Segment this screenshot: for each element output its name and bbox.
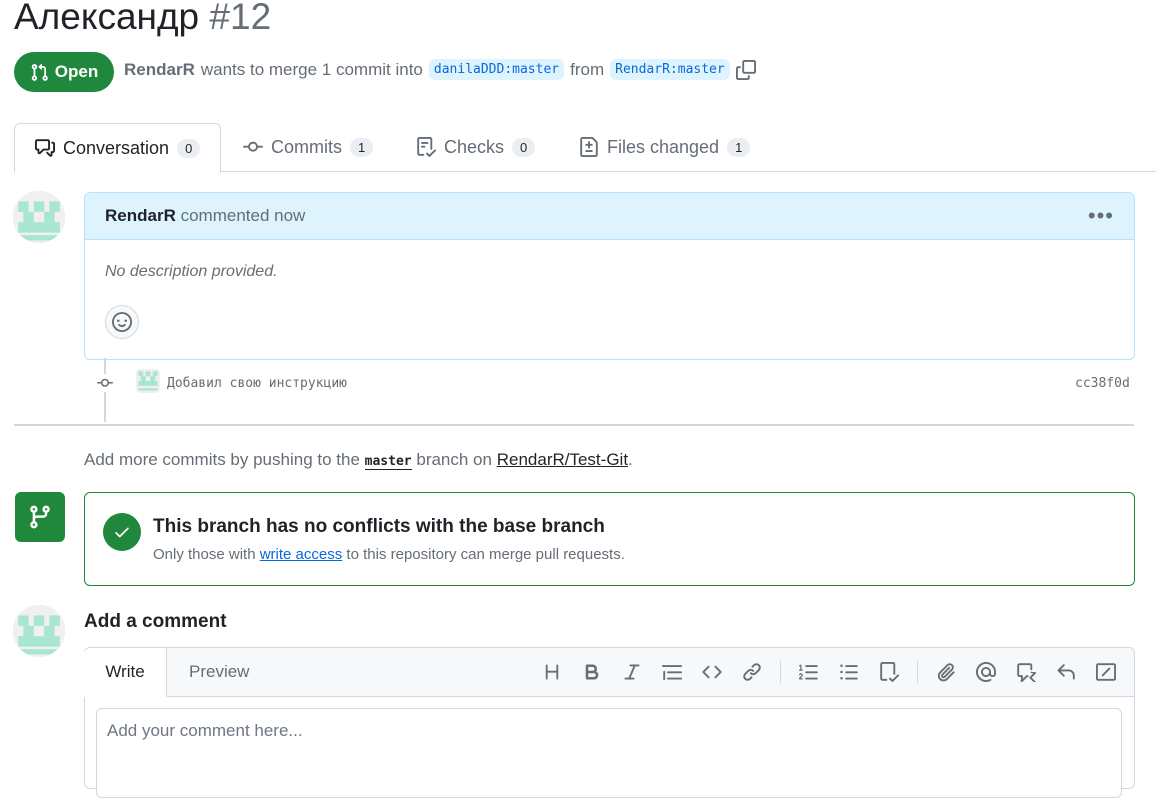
- push-hint: Add more commits by pushing to the maste…: [84, 450, 633, 470]
- add-comment-heading: Add a comment: [84, 611, 227, 632]
- pr-tabs: Conversation 0 Commits 1 Checks 0 Files …: [0, 123, 1156, 173]
- pr-state-badge: Open: [14, 52, 114, 92]
- commit-sha-link[interactable]: cc38f0d: [1075, 376, 1130, 391]
- tab-checks[interactable]: Checks 0: [416, 123, 536, 171]
- mention-icon[interactable]: [966, 660, 1006, 684]
- comment-action: commented now: [180, 206, 306, 225]
- kebab-menu-icon[interactable]: •••: [1088, 205, 1114, 227]
- pr-meta: RendarR wants to merge 1 commit into dan…: [124, 59, 756, 80]
- head-branch-label[interactable]: RendarR:master: [610, 59, 730, 80]
- merge-status-box: [84, 492, 1135, 586]
- tab-checks-label: Checks: [444, 136, 505, 157]
- tab-write[interactable]: Write: [84, 648, 167, 697]
- tab-preview[interactable]: Preview: [189, 648, 249, 696]
- git-merge-icon: [15, 492, 65, 542]
- smiley-icon: [112, 312, 132, 332]
- avatar[interactable]: [13, 191, 65, 243]
- paperclip-icon[interactable]: [926, 660, 966, 684]
- identicon-avatar: [13, 191, 65, 243]
- comment-textarea[interactable]: Add your comment here...: [96, 708, 1122, 798]
- tab-commits-label: Commits: [271, 136, 342, 157]
- italic-icon[interactable]: [612, 660, 652, 684]
- git-commit-icon: [94, 374, 116, 392]
- commit-message-link[interactable]: Добавил свою инструкцию: [167, 376, 347, 391]
- pr-number: #12: [209, 0, 272, 37]
- write-access-link[interactable]: write access: [260, 546, 343, 563]
- identicon-avatar: [13, 605, 65, 657]
- markdown-toolbar: [532, 660, 1126, 684]
- task-list-icon[interactable]: [869, 660, 909, 684]
- bulleted-list-icon[interactable]: [829, 660, 869, 684]
- tab-commits-count: 1: [350, 137, 374, 157]
- push-hint-suffix: .: [628, 450, 633, 469]
- pr-author-link[interactable]: RendarR: [124, 60, 195, 80]
- merge-status-subtitle: Only those with write access to this rep…: [153, 546, 625, 563]
- code-icon[interactable]: [692, 660, 732, 684]
- pr-title: Александр #12: [14, 0, 271, 38]
- heading-icon[interactable]: [532, 660, 572, 684]
- tabs-underline: [221, 171, 1156, 172]
- file-diff-icon: [580, 137, 598, 157]
- git-commit-icon: [243, 141, 263, 152]
- push-hint-prefix: Add more commits by pushing to the: [84, 450, 360, 469]
- pr-state-label: Open: [54, 62, 99, 81]
- pr-from-text: from: [570, 59, 605, 79]
- checklist-icon: [417, 137, 436, 157]
- fullscreen-icon[interactable]: [1086, 660, 1126, 684]
- comment-header: RendarR commented now •••: [85, 193, 1134, 240]
- editor-header: Write Preview: [84, 648, 1134, 697]
- commit-author-avatar[interactable]: [136, 369, 160, 393]
- toolbar-divider: [780, 661, 781, 683]
- push-hint-branch: master: [364, 454, 412, 470]
- tab-conversation-count: 0: [177, 138, 201, 158]
- merge-status-title: This branch has no conflicts with the ba…: [153, 516, 605, 537]
- copy-icon[interactable]: [735, 59, 756, 80]
- comment-author[interactable]: RendarR: [105, 206, 176, 225]
- reply-icon[interactable]: [1046, 660, 1086, 684]
- pr-merge-text: wants to merge 1 commit into: [200, 59, 423, 79]
- base-branch-label[interactable]: danilaDDD:master: [428, 59, 565, 80]
- tab-checks-count: 0: [512, 137, 536, 157]
- comment-body: No description provided.: [105, 263, 278, 280]
- toolbar-divider: [917, 661, 918, 683]
- cross-reference-icon[interactable]: [1006, 660, 1046, 684]
- current-user-avatar[interactable]: [13, 605, 65, 657]
- comment-editor: Write Preview Add your comment here...: [84, 647, 1135, 798]
- bold-icon[interactable]: [572, 660, 612, 684]
- numbered-list-icon[interactable]: [789, 660, 829, 684]
- timeline-divider: [14, 424, 1134, 426]
- repo-link[interactable]: RendarR/Test-Git: [497, 450, 628, 469]
- quote-icon[interactable]: [652, 660, 692, 684]
- comment-discussion-icon: [35, 139, 55, 157]
- merge-sub-suffix: to this repository can merge pull reques…: [346, 546, 625, 563]
- tab-commits[interactable]: Commits 1: [243, 123, 374, 171]
- pr-title-text: Александр: [14, 0, 200, 37]
- git-pull-request-icon: [31, 63, 48, 81]
- tab-files-changed-count: 1: [727, 137, 751, 157]
- merge-sub-prefix: Only those with: [153, 546, 256, 563]
- tab-files-changed-label: Files changed: [607, 136, 720, 157]
- link-icon[interactable]: [732, 660, 772, 684]
- push-hint-middle: branch on: [416, 450, 492, 469]
- tab-files-changed[interactable]: Files changed 1: [579, 123, 751, 171]
- add-reaction-button[interactable]: [105, 305, 139, 339]
- tab-conversation[interactable]: Conversation 0: [14, 123, 222, 173]
- check-circle-icon: [103, 513, 141, 551]
- tab-conversation-label: Conversation: [63, 137, 170, 158]
